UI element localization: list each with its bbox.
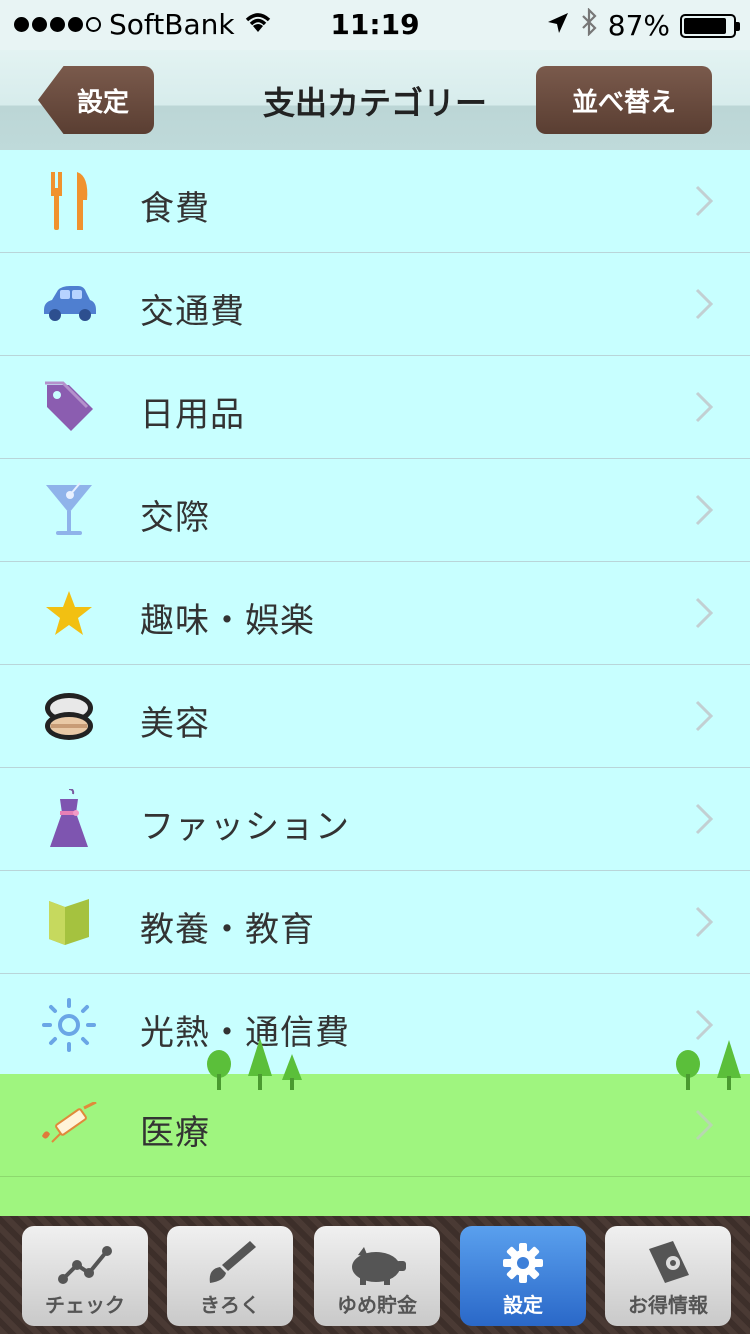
chart-line-icon: [58, 1246, 112, 1284]
list-item[interactable]: 教養・教育: [0, 871, 750, 974]
list-item-label: 交際: [140, 498, 210, 538]
list-item-label: 食費: [140, 189, 210, 229]
cocktail-icon: [40, 481, 98, 539]
list-item[interactable]: 日用品: [0, 356, 750, 459]
list-item[interactable]: ファッション: [0, 768, 750, 871]
list-item-label: 趣味・娯楽: [140, 601, 315, 641]
battery-icon: [680, 13, 740, 38]
chevron-right-icon: [695, 185, 714, 217]
list-item[interactable]: 食費: [0, 150, 750, 253]
chevron-right-icon: [695, 494, 714, 526]
tab-settings[interactable]: 設定: [460, 1226, 586, 1326]
dress-icon: [40, 789, 98, 848]
grass-background: 医療: [0, 1074, 750, 1224]
chevron-right-icon: [695, 391, 714, 423]
tab-label: チェック: [45, 1293, 125, 1317]
tab-label: 設定: [503, 1293, 543, 1317]
location-arrow-icon: [546, 9, 570, 42]
syringe-icon: [40, 1096, 98, 1154]
chevron-right-icon: [695, 700, 714, 732]
status-right: 87%: [546, 7, 740, 43]
tab-bar: チェック きろく ゆめ貯金 設定 お得情報: [0, 1216, 750, 1334]
book-icon: [40, 893, 98, 951]
brush-icon: [209, 1241, 256, 1283]
sort-button[interactable]: 並べ替え: [536, 66, 712, 134]
tab-deals[interactable]: お得情報: [605, 1226, 731, 1326]
compact-icon: [40, 687, 98, 745]
chevron-right-icon: [695, 597, 714, 629]
bluetooth-icon: [580, 7, 598, 43]
list-item-label: 日用品: [140, 395, 245, 435]
status-bar: SoftBank 11:19 87%: [0, 0, 750, 50]
list-item-label: 医療: [140, 1113, 210, 1153]
list-item[interactable]: 交際: [0, 459, 750, 562]
tag-icon: [40, 378, 98, 436]
tab-label: お得情報: [628, 1293, 708, 1317]
tab-dream-savings[interactable]: ゆめ貯金: [314, 1226, 440, 1326]
tab-check[interactable]: チェック: [22, 1226, 148, 1326]
chevron-right-icon: [695, 288, 714, 320]
list-item[interactable]: 美容: [0, 665, 750, 768]
car-icon: [40, 275, 98, 333]
coupon-icon: [649, 1241, 689, 1283]
list-item-label: ファッション: [140, 807, 350, 847]
chevron-right-icon: [695, 906, 714, 938]
category-list: 食費 交通費 日用品 交際 趣味・娯楽 美容 ファッション 教養・教育 光熱・通…: [0, 150, 750, 1077]
list-item[interactable]: 趣味・娯楽: [0, 562, 750, 665]
list-item-label: 交通費: [140, 292, 245, 332]
tree-decoration: [207, 1038, 741, 1090]
list-item-label: 美容: [140, 704, 210, 744]
fork-knife-icon: [40, 172, 98, 230]
battery-percent: 87%: [607, 9, 670, 42]
list-item-label: 教養・教育: [140, 910, 315, 950]
star-icon: [40, 584, 98, 642]
gear-icon: [503, 1243, 543, 1283]
tab-label: きろく: [200, 1293, 260, 1317]
navigation-bar: 設定 支出カテゴリー 並べ替え: [0, 50, 750, 150]
tab-label: ゆめ貯金: [337, 1293, 417, 1317]
chevron-right-icon: [695, 803, 714, 835]
chevron-right-icon: [695, 1109, 714, 1141]
piggy-bank-icon: [352, 1247, 406, 1285]
list-item[interactable]: 交通費: [0, 253, 750, 356]
tab-record[interactable]: きろく: [167, 1226, 293, 1326]
